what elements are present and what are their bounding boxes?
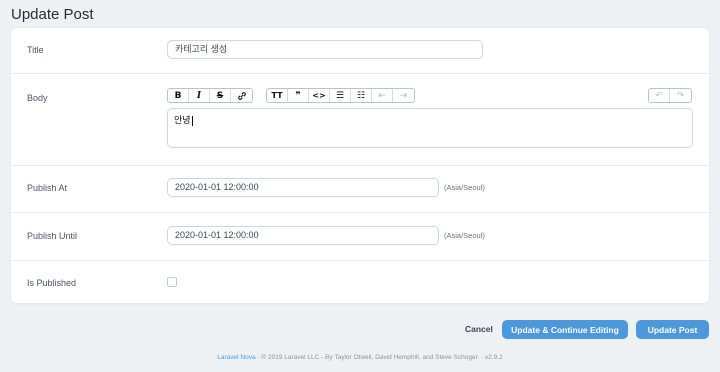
bold-button[interactable]: B bbox=[168, 89, 189, 102]
body-label: Body bbox=[27, 93, 48, 103]
page-title: Update Post bbox=[11, 6, 94, 23]
outdent-button[interactable]: ⇤ bbox=[372, 89, 393, 102]
format-group: B I S bbox=[167, 88, 253, 103]
publish-until-row: Publish Until 2020-01-01 12:00:00 (Asia/… bbox=[11, 213, 709, 261]
code-button[interactable]: <> bbox=[309, 89, 330, 102]
is-published-row: Is Published bbox=[11, 261, 709, 303]
footer-separator: · bbox=[257, 354, 260, 361]
block-group: TT ❞ <> ☰ ☷ ⇤ ⇥ bbox=[266, 88, 415, 103]
publish-at-field[interactable]: 2020-01-01 12:00:00 bbox=[167, 178, 439, 197]
body-editor[interactable]: 안녕 bbox=[167, 108, 693, 148]
footer-separator: · bbox=[481, 354, 484, 361]
strikethrough-button[interactable]: S bbox=[210, 89, 231, 102]
undo-button[interactable]: ↶ bbox=[649, 89, 670, 102]
bullet-list-button[interactable]: ☰ bbox=[330, 89, 351, 102]
footer: Laravel Nova · © 2019 Laravel LLC - By T… bbox=[0, 354, 720, 361]
publish-at-timezone: (Asia/Seoul) bbox=[444, 183, 485, 192]
publish-until-timezone: (Asia/Seoul) bbox=[444, 231, 485, 240]
publish-at-label: Publish At bbox=[27, 183, 68, 193]
italic-button[interactable]: I bbox=[189, 89, 210, 102]
is-published-label: Is Published bbox=[27, 278, 77, 288]
form-card: Title 카테고리 생성 Body B I S TT ❞ <> ☰ ☷ ⇤ ⇥… bbox=[11, 28, 709, 303]
title-field[interactable]: 카테고리 생성 bbox=[167, 40, 483, 59]
update-continue-button[interactable]: Update & Continue Editing bbox=[502, 320, 628, 339]
publish-until-field[interactable]: 2020-01-01 12:00:00 bbox=[167, 226, 439, 245]
nova-link[interactable]: Laravel Nova bbox=[217, 354, 255, 361]
indent-button[interactable]: ⇥ bbox=[393, 89, 414, 102]
numbered-list-button[interactable]: ☷ bbox=[351, 89, 372, 102]
text-caret bbox=[191, 115, 193, 126]
is-published-checkbox[interactable] bbox=[167, 277, 177, 287]
title-row: Title 카테고리 생성 bbox=[11, 28, 709, 74]
history-group: ↶ ↷ bbox=[648, 88, 692, 103]
footer-credits: © 2019 Laravel LLC - By Taylor Otwell, D… bbox=[261, 354, 480, 361]
link-icon bbox=[237, 91, 246, 100]
footer-version: v2.9.2 bbox=[485, 354, 503, 361]
update-post-button[interactable]: Update Post bbox=[636, 320, 709, 339]
editor-toolbar: B I S TT ❞ <> ☰ ☷ ⇤ ⇥ ↶ ↷ bbox=[167, 88, 692, 103]
link-button[interactable] bbox=[231, 89, 252, 102]
quote-button[interactable]: ❞ bbox=[288, 89, 309, 102]
body-text: 안녕 bbox=[174, 115, 191, 125]
publish-at-row: Publish At 2020-01-01 12:00:00 (Asia/Seo… bbox=[11, 166, 709, 213]
heading-button[interactable]: TT bbox=[267, 89, 288, 102]
cancel-button[interactable]: Cancel bbox=[465, 324, 493, 334]
redo-button[interactable]: ↷ bbox=[670, 89, 691, 102]
publish-until-label: Publish Until bbox=[27, 231, 78, 241]
title-label: Title bbox=[27, 45, 44, 55]
